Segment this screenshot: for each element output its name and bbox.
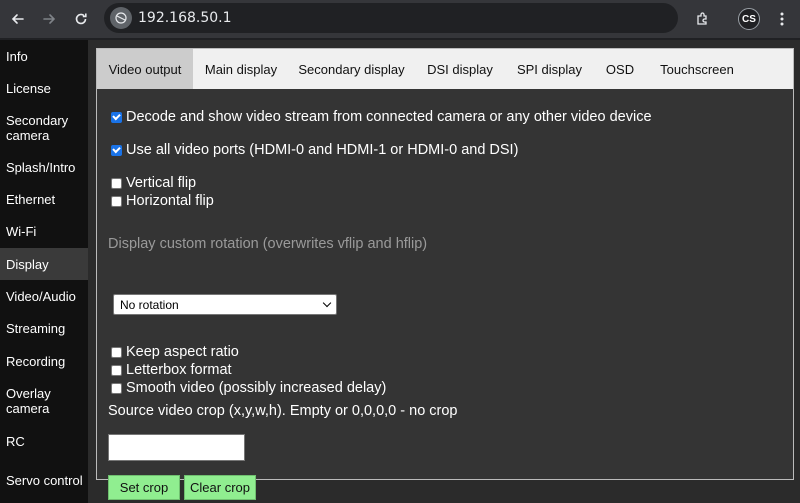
hflip-option: Horizontal flip	[111, 193, 214, 209]
rotation-select[interactable]: No rotation	[113, 294, 337, 315]
site-info-icon[interactable]	[110, 7, 132, 29]
sidebar-item-recording[interactable]: Recording	[0, 345, 88, 377]
sidebar-item-ethernet[interactable]: Ethernet	[0, 183, 88, 215]
sidebar-item-rc[interactable]: RC	[0, 425, 88, 457]
browser-toolbar: 192.168.50.1 CS	[0, 0, 800, 39]
tab-main-display[interactable]: Main display	[193, 49, 289, 89]
keep-aspect-option: Keep aspect ratio	[111, 344, 239, 360]
all-ports-option: Use all video ports (HDMI-0 and HDMI-1 o…	[111, 142, 518, 158]
hflip-checkbox[interactable]	[111, 195, 122, 207]
tab-secondary-display[interactable]: Secondary display	[289, 49, 414, 89]
back-icon[interactable]	[6, 7, 30, 31]
keep-aspect-label: Keep aspect ratio	[126, 344, 239, 360]
smooth-label: Smooth video (possibly increased delay)	[126, 380, 387, 396]
sidebar-item-wifi[interactable]: Wi-Fi	[0, 215, 88, 247]
tab-osd[interactable]: OSD	[593, 49, 647, 89]
settings-panel: Video output Main display Secondary disp…	[96, 48, 794, 500]
address-bar[interactable]: 192.168.50.1	[104, 3, 678, 33]
sidebar-item-video-audio[interactable]: Video/Audio	[0, 280, 88, 312]
decode-label: Decode and show video stream from connec…	[126, 109, 652, 125]
sidebar: Info License Secondary camera Splash/Int…	[0, 40, 88, 503]
vflip-option: Vertical flip	[111, 175, 196, 191]
rotation-value: No rotation	[120, 297, 179, 312]
all-ports-checkbox[interactable]	[111, 144, 122, 156]
all-ports-label: Use all video ports (HDMI-0 and HDMI-1 o…	[126, 142, 519, 158]
letterbox-label: Letterbox format	[126, 362, 232, 378]
tab-bar: Video output Main display Secondary disp…	[97, 49, 793, 89]
keep-aspect-checkbox[interactable]	[111, 346, 122, 358]
extensions-icon[interactable]	[690, 7, 714, 31]
vflip-label: Vertical flip	[126, 175, 197, 191]
decode-checkbox[interactable]	[111, 111, 122, 123]
video-output-content: Decode and show video stream from connec…	[97, 89, 793, 500]
crop-label: Source video crop (x,y,w,h). Empty or 0,…	[108, 403, 458, 419]
sidebar-item-splash-intro[interactable]: Splash/Intro	[0, 152, 88, 183]
reload-icon[interactable]	[69, 7, 93, 31]
hflip-label: Horizontal flip	[126, 193, 214, 209]
crop-input[interactable]	[108, 434, 245, 461]
tab-touchscreen[interactable]: Touchscreen	[647, 49, 747, 89]
letterbox-option: Letterbox format	[111, 362, 232, 378]
sidebar-item-info[interactable]: Info	[0, 40, 88, 72]
vflip-checkbox[interactable]	[111, 177, 122, 189]
sidebar-item-display[interactable]: Display	[0, 248, 88, 280]
letterbox-checkbox[interactable]	[111, 364, 122, 376]
url-text: 192.168.50.1	[138, 10, 232, 26]
sidebar-item-overlay-camera[interactable]: Overlay camera	[0, 377, 88, 425]
sidebar-item-streaming[interactable]: Streaming	[0, 312, 88, 345]
decode-option: Decode and show video stream from connec…	[111, 109, 652, 125]
chevron-down-icon	[322, 298, 332, 308]
rotation-heading: Display custom rotation (overwrites vfli…	[108, 236, 428, 252]
tab-spi-display[interactable]: SPI display	[506, 49, 593, 89]
sidebar-item-license[interactable]: License	[0, 72, 88, 104]
sidebar-item-servo-control[interactable]: Servo control	[0, 457, 88, 503]
tab-video-output[interactable]: Video output	[97, 49, 193, 89]
smooth-checkbox[interactable]	[111, 382, 122, 394]
sidebar-item-secondary-camera[interactable]: Secondary camera	[0, 104, 88, 152]
profile-avatar[interactable]: CS	[738, 8, 760, 30]
forward-icon[interactable]	[37, 7, 61, 31]
tab-dsi-display[interactable]: DSI display	[414, 49, 506, 89]
smooth-option: Smooth video (possibly increased delay)	[111, 380, 386, 396]
menu-icon[interactable]	[770, 7, 794, 31]
set-crop-button[interactable]: Set crop	[108, 475, 180, 500]
clear-crop-button[interactable]: Clear crop	[184, 475, 256, 500]
page: Info License Secondary camera Splash/Int…	[0, 40, 800, 503]
